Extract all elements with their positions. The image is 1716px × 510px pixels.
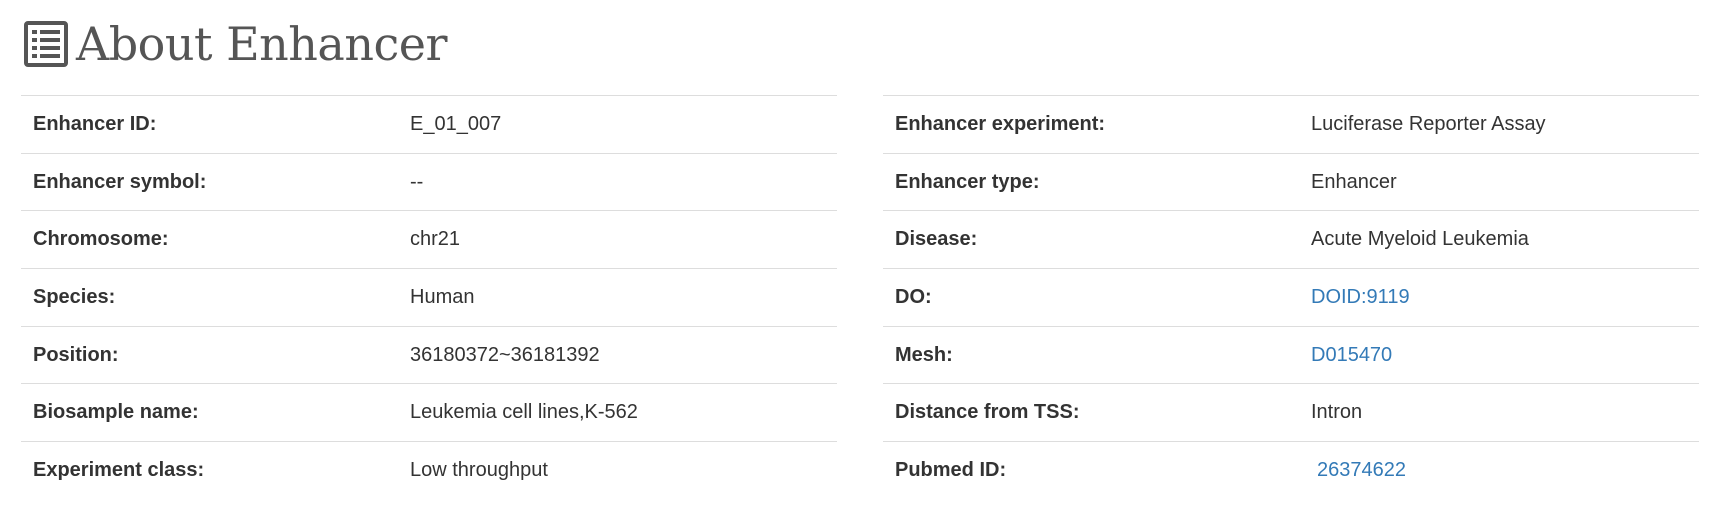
list-icon xyxy=(24,21,68,67)
enhancer-experiment-label: Enhancer experiment: xyxy=(895,112,1106,135)
pubmed-id-cell: 26374622 xyxy=(1299,442,1699,500)
table-row-pubmed-id: Pubmed ID: 26374622 xyxy=(883,441,1699,500)
table-row-mesh: Mesh: D015470 xyxy=(883,326,1699,384)
chromosome-value: chr21 xyxy=(410,228,461,251)
mesh-link[interactable]: D015470 xyxy=(1311,344,1392,366)
chromosome-label: Chromosome: xyxy=(33,228,169,251)
mesh-label: Mesh: xyxy=(895,343,953,366)
table-row-distance-from-tss: Distance from TSS: Intron xyxy=(883,383,1699,442)
page-title: About Enhancer xyxy=(76,17,447,71)
species-label: Species: xyxy=(33,285,116,308)
page-header: About Enhancer xyxy=(24,14,447,74)
distance-from-tss-label: Distance from TSS: xyxy=(895,401,1080,424)
enhancer-info-table-right: Enhancer experiment: Luciferase Reporter… xyxy=(883,95,1699,499)
table-row-do: DO: DOID:9119 xyxy=(883,268,1699,327)
pubmed-id-label: Pubmed ID: xyxy=(895,459,1007,482)
distance-from-tss-value: Intron xyxy=(1311,401,1363,424)
mesh-cell: D015470 xyxy=(1299,326,1699,384)
experiment-class-value: Low throughput xyxy=(410,459,548,482)
table-row-experiment-class: Experiment class: Low throughput xyxy=(21,441,837,500)
enhancer-symbol-value: -- xyxy=(410,170,424,193)
table-row-biosample-name: Biosample name: Leukemia cell lines,K-56… xyxy=(21,383,837,442)
do-link[interactable]: DOID:9119 xyxy=(1311,286,1410,308)
biosample-name-value: Leukemia cell lines,K-562 xyxy=(410,401,638,424)
pubmed-id-link[interactable]: 26374622 xyxy=(1317,459,1406,481)
enhancer-type-label: Enhancer type: xyxy=(895,170,1040,193)
biosample-name-label: Biosample name: xyxy=(33,401,199,424)
table-row-enhancer-type: Enhancer type: Enhancer xyxy=(883,153,1699,211)
do-cell: DOID:9119 xyxy=(1299,269,1699,327)
table-row-chromosome: Chromosome: chr21 xyxy=(21,210,837,269)
enhancer-id-value: E_01_007 xyxy=(410,112,502,135)
enhancer-info-table-left: Enhancer ID: E_01_007 Enhancer symbol: -… xyxy=(21,95,837,499)
position-label: Position: xyxy=(33,343,119,366)
species-value: Human xyxy=(410,285,475,308)
experiment-class-label: Experiment class: xyxy=(33,459,205,482)
enhancer-type-value: Enhancer xyxy=(1311,170,1397,193)
do-label: DO: xyxy=(895,285,932,308)
table-row-species: Species: Human xyxy=(21,268,837,327)
position-value: 36180372~36181392 xyxy=(410,343,600,366)
disease-label: Disease: xyxy=(895,228,978,251)
table-row-enhancer-experiment: Enhancer experiment: Luciferase Reporter… xyxy=(883,95,1699,154)
disease-value: Acute Myeloid Leukemia xyxy=(1311,228,1529,251)
table-row-position: Position: 36180372~36181392 xyxy=(21,326,837,384)
table-row-enhancer-symbol: Enhancer symbol: -- xyxy=(21,153,837,211)
enhancer-id-label: Enhancer ID: xyxy=(33,112,157,135)
table-row-enhancer-id: Enhancer ID: E_01_007 xyxy=(21,95,837,154)
enhancer-experiment-value: Luciferase Reporter Assay xyxy=(1311,112,1546,135)
enhancer-symbol-label: Enhancer symbol: xyxy=(33,170,207,193)
table-row-disease: Disease: Acute Myeloid Leukemia xyxy=(883,210,1699,269)
